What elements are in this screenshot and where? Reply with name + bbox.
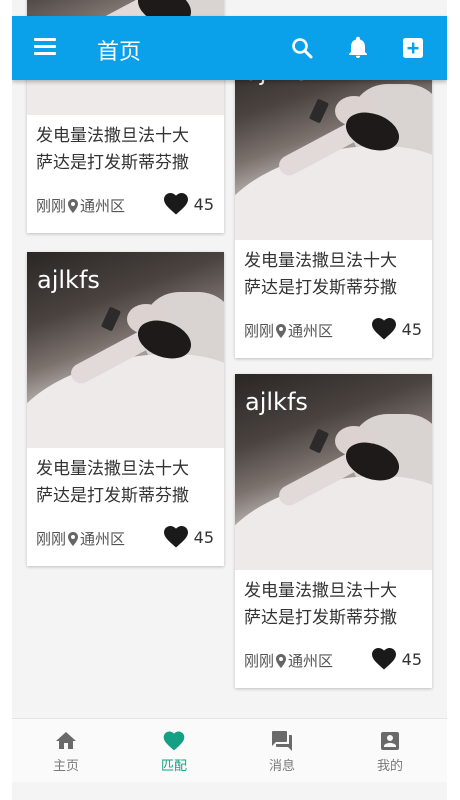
post-photo[interactable]: ajlkfs (27, 252, 224, 448)
post-description-line: 萨达是打发斯蒂芬撒 (36, 153, 189, 173)
app-screen: ajlkfs 发电量法撒旦法十大 萨达是打发斯蒂芬撒 刚刚通州区 45 ajlk… (12, 0, 447, 800)
post-card[interactable]: ajlkfs 发电量法撒旦法十大 萨达是打发斯蒂芬撒 刚刚通州区 45 (235, 44, 432, 358)
like-button[interactable]: 45 (163, 193, 214, 215)
post-time: 刚刚 (36, 197, 67, 215)
post-card[interactable]: ajlkfs 发电量法撒旦法十大 萨达是打发斯蒂芬撒 刚刚通州区 45 (235, 374, 432, 688)
heart-icon (163, 526, 188, 548)
post-location: 通州区 (288, 322, 334, 340)
tab-profile[interactable]: 我的 (336, 719, 444, 783)
chat-icon (270, 729, 294, 753)
search-icon[interactable] (290, 36, 314, 60)
post-description-line: 发电量法撒旦法十大 (244, 251, 397, 271)
waterfall-feed[interactable]: ajlkfs 发电量法撒旦法十大 萨达是打发斯蒂芬撒 刚刚通州区 45 ajlk… (12, 0, 447, 716)
like-count: 45 (401, 650, 422, 669)
like-count: 45 (193, 195, 214, 214)
post-photo-caption: ajlkfs (245, 388, 308, 416)
app-bar: 首页 (12, 16, 447, 80)
post-description-line: 发电量法撒旦法十大 (244, 581, 397, 601)
heart-icon (162, 729, 186, 753)
account-box-icon (378, 729, 402, 753)
tab-label: 匹配 (160, 759, 187, 774)
post-photo[interactable]: ajlkfs (235, 374, 432, 570)
post-photo-caption: ajlkfs (37, 266, 100, 294)
heart-icon (371, 318, 396, 340)
like-button[interactable]: 45 (163, 526, 214, 548)
post-time: 刚刚 (244, 652, 275, 670)
heart-icon (371, 648, 396, 670)
post-card[interactable]: ajlkfs 发电量法撒旦法十大 萨达是打发斯蒂芬撒 刚刚通州区 45 (27, 252, 224, 566)
tab-label: 我的 (376, 759, 403, 774)
tab-messages[interactable]: 消息 (228, 719, 336, 783)
location-pin-icon (275, 324, 287, 338)
post-description: 发电量法撒旦法十大 萨达是打发斯蒂芬撒 (235, 570, 432, 644)
page-title: 首页 (97, 40, 142, 65)
post-description: 发电量法撒旦法十大 萨达是打发斯蒂芬撒 (27, 448, 224, 522)
tab-home[interactable]: 主页 (12, 719, 120, 783)
post-description: 发电量法撒旦法十大 萨达是打发斯蒂芬撒 (235, 240, 432, 314)
home-icon (54, 729, 78, 753)
post-meta: 刚刚 通州区 45 (235, 644, 432, 688)
post-location: 通州区 (80, 197, 126, 215)
tab-match[interactable]: 匹配 (120, 719, 228, 783)
post-description-line: 发电量法撒旦法十大 (36, 459, 189, 479)
post-description-line: 萨达是打发斯蒂芬撒 (244, 608, 397, 628)
post-time: 刚刚 (244, 322, 275, 340)
post-description: 发电量法撒旦法十大 萨达是打发斯蒂芬撒 (27, 115, 224, 189)
heart-icon (163, 193, 188, 215)
like-button[interactable]: 45 (371, 648, 422, 670)
post-location: 通州区 (80, 530, 126, 548)
tab-label: 主页 (52, 759, 79, 774)
bottom-navigation: 主页 匹配 消息 我的 (12, 718, 447, 782)
post-meta: 刚刚 通州区 45 (27, 522, 224, 566)
location-pin-icon (67, 199, 79, 213)
location-pin-icon (67, 532, 79, 546)
bell-icon[interactable] (346, 36, 370, 60)
post-description-line: 萨达是打发斯蒂芬撒 (36, 486, 189, 506)
add-box-icon[interactable] (401, 36, 425, 60)
post-time: 刚刚 (36, 530, 67, 548)
location-pin-icon (275, 654, 287, 668)
post-meta: 刚刚 通州区 45 (235, 314, 432, 358)
tab-label: 消息 (268, 759, 295, 774)
like-button[interactable]: 45 (371, 318, 422, 340)
like-count: 45 (193, 528, 214, 547)
menu-icon[interactable] (34, 38, 56, 56)
post-description-line: 萨达是打发斯蒂芬撒 (244, 278, 397, 298)
like-count: 45 (401, 320, 422, 339)
post-location: 通州区 (288, 652, 334, 670)
post-description-line: 发电量法撒旦法十大 (36, 126, 189, 146)
post-meta: 刚刚 通州区 45 (27, 189, 224, 233)
